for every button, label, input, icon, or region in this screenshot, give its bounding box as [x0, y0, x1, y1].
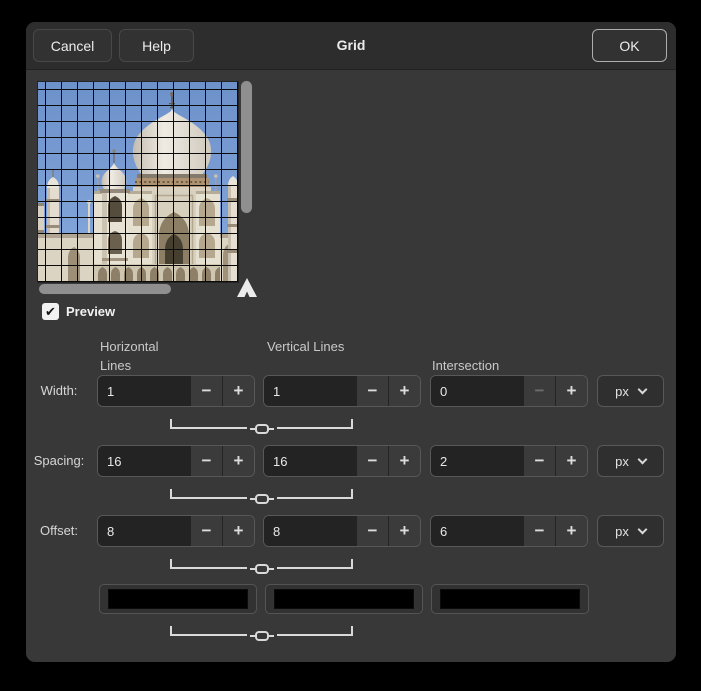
- column-header-vertical-lines: Vertical Lines: [267, 337, 357, 356]
- chevron-down-icon: [637, 454, 647, 464]
- horizontal-color-swatch[interactable]: [99, 584, 257, 614]
- width-label: Width:: [26, 383, 92, 398]
- vertical-color-value: [274, 589, 414, 609]
- width-horizontal-plus-button[interactable]: +: [222, 376, 254, 406]
- width-vertical-minus-button[interactable]: −: [356, 376, 388, 406]
- offset-unit-dropdown[interactable]: px: [597, 515, 664, 547]
- offset-intersection-plus-button[interactable]: +: [555, 516, 587, 546]
- spacing-vertical-plus-button[interactable]: +: [388, 446, 420, 476]
- spacing-intersection-input[interactable]: [431, 446, 523, 476]
- offset-vertical-minus-button[interactable]: −: [356, 516, 388, 546]
- width-intersection-plus-button[interactable]: +: [555, 376, 587, 406]
- offset-horizontal-input[interactable]: [98, 516, 190, 546]
- offset-horizontal-plus-button[interactable]: +: [222, 516, 254, 546]
- spacing-unit-dropdown[interactable]: px: [597, 445, 664, 477]
- width-intersection-input[interactable]: [431, 376, 523, 406]
- offset-horizontal-minus-button[interactable]: −: [190, 516, 222, 546]
- offset-label: Offset:: [26, 523, 92, 538]
- spacing-unit-value: px: [615, 454, 629, 469]
- grid-dialog: Cancel Help Grid OK: [26, 22, 676, 662]
- intersection-color-value: [440, 589, 580, 609]
- horizontal-color-value: [108, 589, 248, 609]
- width-vertical-input[interactable]: [264, 376, 356, 406]
- chevron-down-icon: [637, 524, 647, 534]
- spacing-chain-link-button[interactable]: [170, 483, 353, 499]
- width-horizontal-minus-button[interactable]: −: [190, 376, 222, 406]
- horizontal-scrollbar[interactable]: [38, 283, 238, 296]
- width-horizontal-input[interactable]: [98, 376, 190, 406]
- colors-chain-link-button[interactable]: [170, 620, 353, 636]
- ok-button[interactable]: OK: [592, 29, 667, 62]
- chain-link-icon: [255, 424, 269, 434]
- column-header-horizontal-lines: Horizontal Lines: [100, 337, 190, 375]
- preview-resize-arrow-icon[interactable]: [235, 277, 259, 299]
- chain-link-icon: [255, 494, 269, 504]
- vertical-scrollbar[interactable]: [240, 80, 254, 284]
- header-bar: Cancel Help Grid OK: [26, 22, 676, 70]
- width-unit-value: px: [615, 384, 629, 399]
- width-vertical-plus-button[interactable]: +: [388, 376, 420, 406]
- spacing-horizontal-input[interactable]: [98, 446, 190, 476]
- offset-vertical-plus-button[interactable]: +: [388, 516, 420, 546]
- width-intersection-minus-button: −: [523, 376, 555, 406]
- chain-link-icon: [255, 631, 269, 641]
- horizontal-scrollbar-thumb[interactable]: [38, 283, 172, 295]
- spacing-vertical-input[interactable]: [264, 446, 356, 476]
- vertical-scrollbar-thumb[interactable]: [240, 80, 253, 214]
- column-header-intersection: Intersection: [432, 356, 552, 375]
- check-icon: ✔: [45, 305, 56, 318]
- offset-chain-link-button[interactable]: [170, 553, 353, 569]
- width-chain-link-button[interactable]: [170, 413, 353, 429]
- spacing-horizontal-minus-button[interactable]: −: [190, 446, 222, 476]
- spacing-horizontal-plus-button[interactable]: +: [222, 446, 254, 476]
- offset-intersection-input[interactable]: [431, 516, 523, 546]
- width-unit-dropdown[interactable]: px: [597, 375, 664, 407]
- offset-unit-value: px: [615, 524, 629, 539]
- spacing-intersection-minus-button[interactable]: −: [523, 446, 555, 476]
- taj-mahal-preview: [38, 82, 238, 282]
- preview-checkbox-label: Preview: [66, 304, 115, 319]
- offset-intersection-minus-button[interactable]: −: [523, 516, 555, 546]
- spacing-label: Spacing:: [26, 453, 92, 468]
- preview-image[interactable]: [38, 82, 238, 282]
- spacing-vertical-minus-button[interactable]: −: [356, 446, 388, 476]
- offset-vertical-input[interactable]: [264, 516, 356, 546]
- chain-link-icon: [255, 564, 269, 574]
- dialog-title: Grid: [26, 37, 676, 53]
- vertical-color-swatch[interactable]: [265, 584, 423, 614]
- intersection-color-swatch[interactable]: [431, 584, 589, 614]
- preview-checkbox[interactable]: ✔: [42, 303, 59, 320]
- chevron-down-icon: [637, 384, 647, 394]
- spacing-intersection-plus-button[interactable]: +: [555, 446, 587, 476]
